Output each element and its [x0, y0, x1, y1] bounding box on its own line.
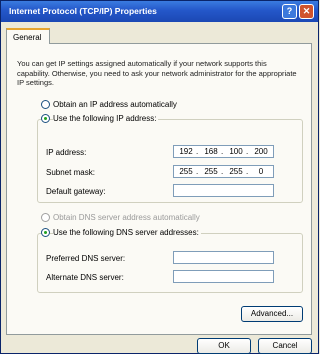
- ip-dot: .: [196, 147, 199, 156]
- ip-octet-2: 168: [204, 147, 218, 156]
- ip-octet-4: 200: [254, 147, 268, 156]
- close-icon: ✕: [302, 6, 311, 16]
- obtain-ip-auto-radio[interactable]: [41, 100, 50, 109]
- ip-dot: .: [221, 147, 224, 156]
- tab-general[interactable]: General: [6, 28, 50, 44]
- subnet-mask-input[interactable]: 255 . 255 . 255 . 0: [173, 165, 274, 178]
- mask-dot: .: [221, 167, 224, 176]
- ip-octet-1: 192: [179, 147, 193, 156]
- obtain-ip-auto-label: Obtain an IP address automatically: [53, 100, 177, 109]
- use-dns-manual-label: Use the following DNS server addresses:: [53, 228, 201, 237]
- window-title: Internet Protocol (TCP/IP) Properties: [9, 6, 157, 16]
- ip-address-label: IP address:: [46, 148, 87, 157]
- mask-octet-4: 0: [258, 167, 264, 176]
- obtain-dns-auto-radio[interactable]: [41, 213, 50, 222]
- use-ip-manual-radio[interactable]: [41, 114, 50, 123]
- question-icon: ?: [286, 6, 293, 16]
- preferred-dns-label: Preferred DNS server:: [46, 254, 126, 263]
- tab-general-label: General: [13, 33, 42, 42]
- description-text: You can get IP settings assigned automat…: [17, 59, 297, 87]
- ip-dot: .: [246, 147, 249, 156]
- mask-octet-2: 255: [204, 167, 218, 176]
- alternate-dns-input[interactable]: [173, 270, 274, 283]
- ok-button[interactable]: OK: [197, 338, 251, 354]
- ip-octet-3: 100: [229, 147, 243, 156]
- mask-dot: .: [196, 167, 199, 176]
- mask-octet-1: 255: [179, 167, 193, 176]
- subnet-mask-label: Subnet mask:: [46, 168, 95, 177]
- cancel-button[interactable]: Cancel: [258, 338, 312, 354]
- mask-octet-3: 255: [229, 167, 243, 176]
- default-gateway-label: Default gateway:: [46, 187, 106, 196]
- use-dns-manual-radio[interactable]: [41, 228, 50, 237]
- help-button[interactable]: ?: [282, 4, 297, 19]
- preferred-dns-input[interactable]: [173, 251, 274, 264]
- ip-address-input[interactable]: 192 . 168 . 100 . 200: [173, 145, 274, 158]
- use-ip-manual-label: Use the following IP address:: [53, 114, 159, 123]
- mask-dot: .: [246, 167, 249, 176]
- title-bar[interactable]: Internet Protocol (TCP/IP) Properties ? …: [1, 1, 318, 22]
- obtain-dns-auto-label: Obtain DNS server address automatically: [53, 213, 200, 222]
- close-button[interactable]: ✕: [299, 4, 314, 19]
- properties-dialog: Internet Protocol (TCP/IP) Properties ? …: [0, 0, 319, 354]
- alternate-dns-label: Alternate DNS server:: [46, 273, 124, 282]
- default-gateway-input[interactable]: [173, 184, 274, 197]
- advanced-button[interactable]: Advanced...: [241, 306, 303, 322]
